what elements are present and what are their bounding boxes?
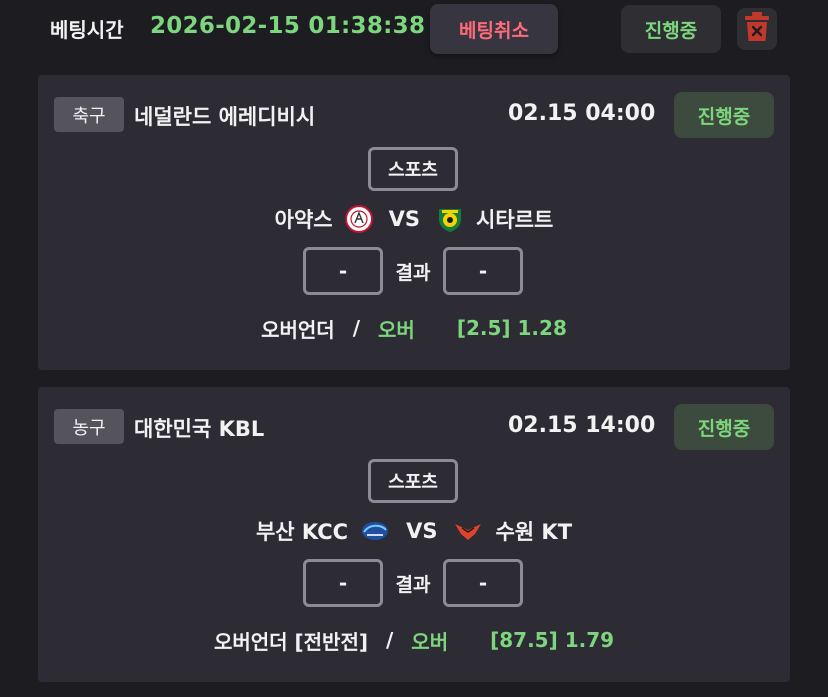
trash-icon: [745, 12, 769, 46]
bet-header: 베팅시간 2026-02-15 01:38:38 베팅취소 진행중: [0, 0, 828, 58]
score-row: - 결과 -: [38, 247, 790, 295]
away-team: 수원 KT: [495, 520, 573, 544]
bet-pick: 오버: [411, 629, 449, 654]
sport-tag: 스포츠: [368, 147, 458, 191]
fortuna-sittard-logo-icon: [436, 205, 464, 233]
bet-pick: 오버: [378, 317, 415, 342]
busan-kcc-logo-icon: [360, 518, 390, 544]
sport-tag: 스포츠: [368, 459, 458, 503]
score-row: - 결과 -: [38, 559, 790, 607]
delete-button[interactable]: [737, 8, 777, 50]
bet-card: 축구 네덜란드 에레디비시 02.15 04:00 진행중 스포츠 아약스 VS…: [38, 75, 790, 370]
bet-time-value: 2026-02-15 01:38:38: [150, 13, 426, 39]
match-datetime: 02.15 14:00: [508, 413, 656, 438]
bet-detail-row: 오버언더 / 오버 [2.5] 1.28: [38, 311, 790, 345]
versus-label: VS: [388, 207, 421, 231]
league-name: 대한민국 KBL: [134, 417, 265, 441]
category-badge: 축구: [54, 97, 124, 132]
result-label: 결과: [395, 261, 431, 284]
bet-time-label: 베팅시간: [50, 18, 124, 42]
match-status-badge: 진행중: [674, 404, 774, 450]
bet-detail-row: 오버언더 [전반전] / 오버 [87.5] 1.79: [38, 623, 790, 657]
away-score: -: [443, 247, 523, 295]
bet-type: 오버언더 [전반전]: [213, 629, 368, 654]
versus-label: VS: [406, 519, 438, 543]
match-status-badge: 진행중: [674, 92, 774, 138]
bet-odds: [2.5] 1.28: [456, 316, 567, 340]
bet-type: 오버언더: [261, 317, 335, 342]
bet-card: 농구 대한민국 KBL 02.15 14:00 진행중 스포츠 부산 KCC V…: [38, 387, 790, 682]
away-score: -: [443, 559, 523, 607]
result-label: 결과: [395, 573, 431, 596]
home-score: -: [303, 247, 383, 295]
teams-row: 아약스 VS 시타르트: [38, 199, 790, 239]
match-datetime: 02.15 04:00: [508, 101, 656, 126]
teams-row: 부산 KCC VS 수원 KT: [38, 511, 790, 551]
suwon-kt-logo-icon: [453, 518, 483, 544]
bet-status-badge: 진행중: [621, 5, 721, 53]
league-name: 네덜란드 에레디비시: [134, 105, 316, 129]
bet-separator: /: [352, 316, 361, 340]
bet-odds: [87.5] 1.79: [490, 628, 615, 652]
ajax-logo-icon: [344, 205, 373, 233]
bet-separator: /: [385, 628, 394, 652]
away-team: 시타르트: [476, 208, 554, 232]
category-badge: 농구: [54, 409, 124, 444]
home-team: 부산 KCC: [255, 520, 349, 544]
home-team: 아약스: [274, 208, 333, 232]
home-score: -: [303, 559, 383, 607]
cancel-bet-button[interactable]: 베팅취소: [430, 4, 558, 54]
